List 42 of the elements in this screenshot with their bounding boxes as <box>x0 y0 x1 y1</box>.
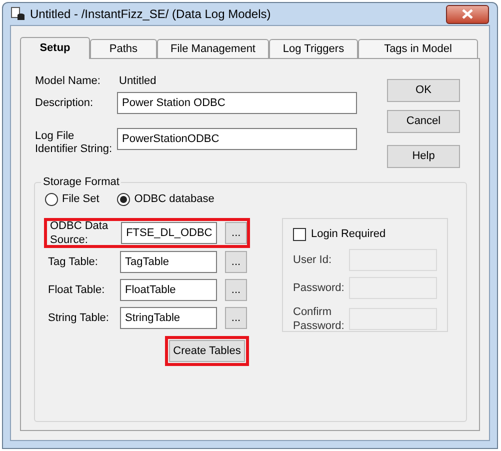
field-label: Description: <box>35 96 94 111</box>
table-field[interactable]: FTSE_DL_ODBC <box>121 222 218 244</box>
close-button[interactable] <box>446 4 489 24</box>
identifier-field[interactable]: PowerStationODBC <box>117 128 357 150</box>
field-label: String Table: <box>48 311 110 325</box>
tab[interactable]: Log Triggers <box>269 39 358 58</box>
radio-option[interactable]: ODBC database <box>117 190 214 208</box>
dialog-button[interactable]: Cancel <box>387 110 460 133</box>
radio-option[interactable]: File Set <box>45 190 100 208</box>
table-field[interactable]: StringTable <box>120 307 217 329</box>
group-title: Storage Format <box>41 175 122 189</box>
field-label: Log File Identifier String: <box>35 130 114 156</box>
tab[interactable]: Tags in Model <box>358 39 478 58</box>
create-tables-button[interactable]: Create Tables <box>169 340 245 362</box>
login-field[interactable] <box>348 308 437 330</box>
radio-button[interactable] <box>117 192 130 206</box>
field-label: Float Table: <box>48 283 106 297</box>
tab[interactable]: Setup <box>20 37 90 59</box>
table-field[interactable]: TagTable <box>120 251 217 273</box>
browse-button[interactable]: ... <box>225 251 247 273</box>
browse-button[interactable]: ... <box>225 222 247 244</box>
tab[interactable]: File Management <box>157 39 269 58</box>
checkbox[interactable] <box>293 228 306 240</box>
dialog-button[interactable]: Help <box>387 145 460 168</box>
database-document-icon <box>11 7 25 21</box>
description-field[interactable]: Power Station ODBC <box>117 92 357 114</box>
radio-button[interactable] <box>45 192 58 206</box>
field-label: ODBC Data Source: <box>50 219 110 247</box>
checkbox-label: Login Required <box>311 226 386 242</box>
window-title: Untitled - /InstantFizz_SE/ (Data Log Models) <box>30 6 271 23</box>
tab[interactable]: Paths <box>90 39 157 58</box>
dialog-button[interactable]: OK <box>387 79 460 102</box>
field-label: Password: <box>293 281 346 295</box>
field-label: Confirm Password: <box>293 305 346 333</box>
field-label: Tag Table: <box>48 255 99 269</box>
field-label: Model Name: <box>35 74 102 89</box>
model-name-value: Untitled <box>119 74 156 89</box>
browse-button[interactable]: ... <box>225 279 247 301</box>
table-field[interactable]: FloatTable <box>120 279 217 301</box>
browse-button[interactable]: ... <box>225 307 247 329</box>
close-icon <box>462 9 473 19</box>
field-label: User Id: <box>293 253 333 267</box>
